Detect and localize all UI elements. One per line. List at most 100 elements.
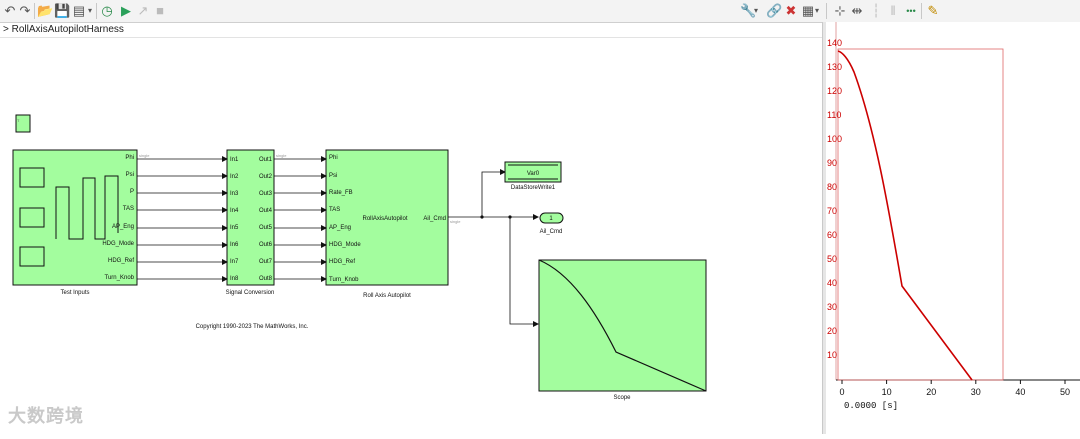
- library-icon[interactable]: ▤: [71, 3, 87, 19]
- y-tick-label: 70: [827, 206, 837, 216]
- port-in4: In4: [230, 208, 239, 214]
- type-label: single: [276, 153, 287, 158]
- library-dropdown-icon[interactable]: ▾: [86, 3, 94, 19]
- more-icon[interactable]: •••: [901, 3, 921, 19]
- settings-dropdown-icon[interactable]: ▾: [752, 3, 760, 19]
- y-tick-label: 90: [827, 158, 837, 168]
- ap-port-ap-eng: AP_Eng: [329, 225, 351, 231]
- ap-port-hdg-mode: HDG_Mode: [329, 242, 361, 248]
- branch-point: [508, 215, 512, 219]
- ap-port-psi: Psi: [329, 173, 337, 179]
- port-hdg-mode: HDG_Mode: [102, 241, 134, 247]
- model-canvas[interactable]: T Test Inputs Phi Psi P TAS AP_Eng HDG_M…: [0, 38, 822, 434]
- port-in5: In5: [230, 225, 239, 231]
- datastore-value: Var0: [527, 171, 540, 177]
- port-ap-eng: AP_Eng: [112, 224, 134, 230]
- test-inputs-label: Test Inputs: [60, 290, 89, 296]
- autopilot-center-label: RollAxisAutopilot: [362, 216, 407, 222]
- stop-icon[interactable]: ■: [152, 3, 168, 19]
- port-in1: In1: [230, 157, 239, 163]
- run-icon[interactable]: ▶: [118, 3, 134, 19]
- port-out1: Out1: [259, 157, 273, 163]
- scope-block[interactable]: [538, 259, 707, 392]
- x-tick-label: 10: [882, 387, 892, 397]
- port-p: P: [130, 189, 134, 195]
- y-tick-label: 10: [827, 350, 837, 360]
- eraser-icon[interactable]: ✎: [925, 3, 941, 19]
- plot-trace: [837, 50, 973, 381]
- port-out7: Out7: [259, 259, 273, 265]
- port-out4: Out4: [259, 208, 273, 214]
- port-in8: In8: [230, 276, 239, 282]
- port-out8: Out8: [259, 276, 273, 282]
- open-folder-icon[interactable]: 📂: [37, 3, 53, 19]
- save-icon[interactable]: 💾: [54, 3, 70, 19]
- y-tick-label: 80: [827, 182, 837, 192]
- toolbar-separator: [34, 3, 35, 19]
- port-tas: TAS: [123, 206, 134, 212]
- pause-icon[interactable]: ‖: [885, 3, 901, 19]
- port-out2: Out2: [259, 174, 273, 180]
- time-readout: 0.0000 [s]: [844, 401, 898, 411]
- outport-label: Ail_Cmd: [540, 229, 563, 235]
- close-model-icon[interactable]: ✖: [783, 3, 799, 19]
- ap-port-turn-knob: Turn_Knob: [329, 277, 359, 283]
- port-phi: Phi: [125, 155, 134, 161]
- ap-port-hdg-ref: HDG_Ref: [329, 259, 355, 265]
- x-tick-labels: 0 10 20 30 40 50: [839, 380, 1070, 397]
- y-tick-label: 60: [827, 230, 837, 240]
- type-label: single: [139, 153, 150, 158]
- toolbar-separator: [921, 3, 922, 19]
- scope-plot-panel[interactable]: 10 20 30 40 50 60 70 80 90 100 110 120 130 140 0 10 20 3…: [826, 22, 1080, 434]
- port-in6: In6: [230, 242, 239, 248]
- update-diagram-icon[interactable]: ◷: [99, 3, 115, 19]
- x-tick-label: 20: [926, 387, 936, 397]
- cursor-icon[interactable]: ┆: [868, 3, 884, 19]
- link-icon[interactable]: 🔗: [766, 3, 782, 19]
- y-tick-labels: 10 20 30 40 50 60 70 80 90 100 110 120 130 140: [827, 38, 842, 360]
- x-tick-label: 0: [839, 387, 844, 397]
- x-tick-label: 40: [1015, 387, 1025, 397]
- toolbar-separator: [96, 3, 97, 19]
- undo-icon[interactable]: ↶: [2, 3, 18, 19]
- port-hdg-ref: HDG_Ref: [108, 258, 134, 264]
- port-out6: Out6: [259, 242, 273, 248]
- ap-port-phi: Phi: [329, 155, 338, 161]
- port-turn-knob: Turn_Knob: [105, 275, 135, 281]
- test-inputs-block[interactable]: [12, 149, 138, 286]
- main-toolbar: ↶ ↷ 📂 💾 ▤ ▾ ◷ ▶ ↗ ■ 🔧 ▾ 🔗 ✖ ▦ ▾ ⊹ ⇹ ┆ ‖ …: [0, 0, 1080, 23]
- view-dropdown-icon[interactable]: ▾: [813, 3, 821, 19]
- autopilot-label: Roll Axis Autopilot: [363, 293, 411, 299]
- toolbar-separator: [826, 3, 827, 19]
- y-tick-label: 100: [827, 134, 842, 144]
- step-icon[interactable]: ↗: [135, 3, 151, 19]
- type-label: single: [450, 219, 461, 224]
- port-out5: Out5: [259, 225, 273, 231]
- port-out3: Out3: [259, 191, 273, 197]
- autopilot-output-port: Ail_Cmd: [423, 216, 446, 222]
- datastore-label: DataStoreWrite1: [511, 185, 556, 191]
- y-tick-label: 120: [827, 86, 842, 96]
- port-in3: In3: [230, 191, 239, 197]
- y-tick-label: 110: [827, 110, 841, 120]
- x-tick-label: 30: [971, 387, 981, 397]
- y-tick-label: 140: [827, 38, 842, 48]
- port-in2: In2: [230, 174, 239, 180]
- port-in7: In7: [230, 259, 239, 265]
- y-tick-label: 130: [827, 62, 842, 72]
- x-tick-label: 50: [1060, 387, 1070, 397]
- y-tick-label: 40: [827, 278, 837, 288]
- y-tick-label: 50: [827, 254, 837, 264]
- y-tick-label: 30: [827, 302, 837, 312]
- zoom-x-icon[interactable]: ⊹: [832, 3, 848, 19]
- copyright-text: Copyright 1990-2023 The MathWorks, Inc.: [196, 324, 309, 330]
- port-psi: Psi: [126, 172, 134, 178]
- signal-conversion-label: Signal Conversion: [226, 290, 275, 296]
- y-tick-label: 20: [827, 326, 837, 336]
- watermark: 大数跨境: [8, 406, 84, 426]
- fit-x-icon[interactable]: ⇹: [849, 3, 865, 19]
- ap-port-tas: TAS: [329, 207, 340, 213]
- breadcrumb[interactable]: > RollAxisAutopilotHarness: [0, 22, 822, 38]
- scope-label: Scope: [613, 395, 631, 401]
- redo-icon[interactable]: ↷: [17, 3, 33, 19]
